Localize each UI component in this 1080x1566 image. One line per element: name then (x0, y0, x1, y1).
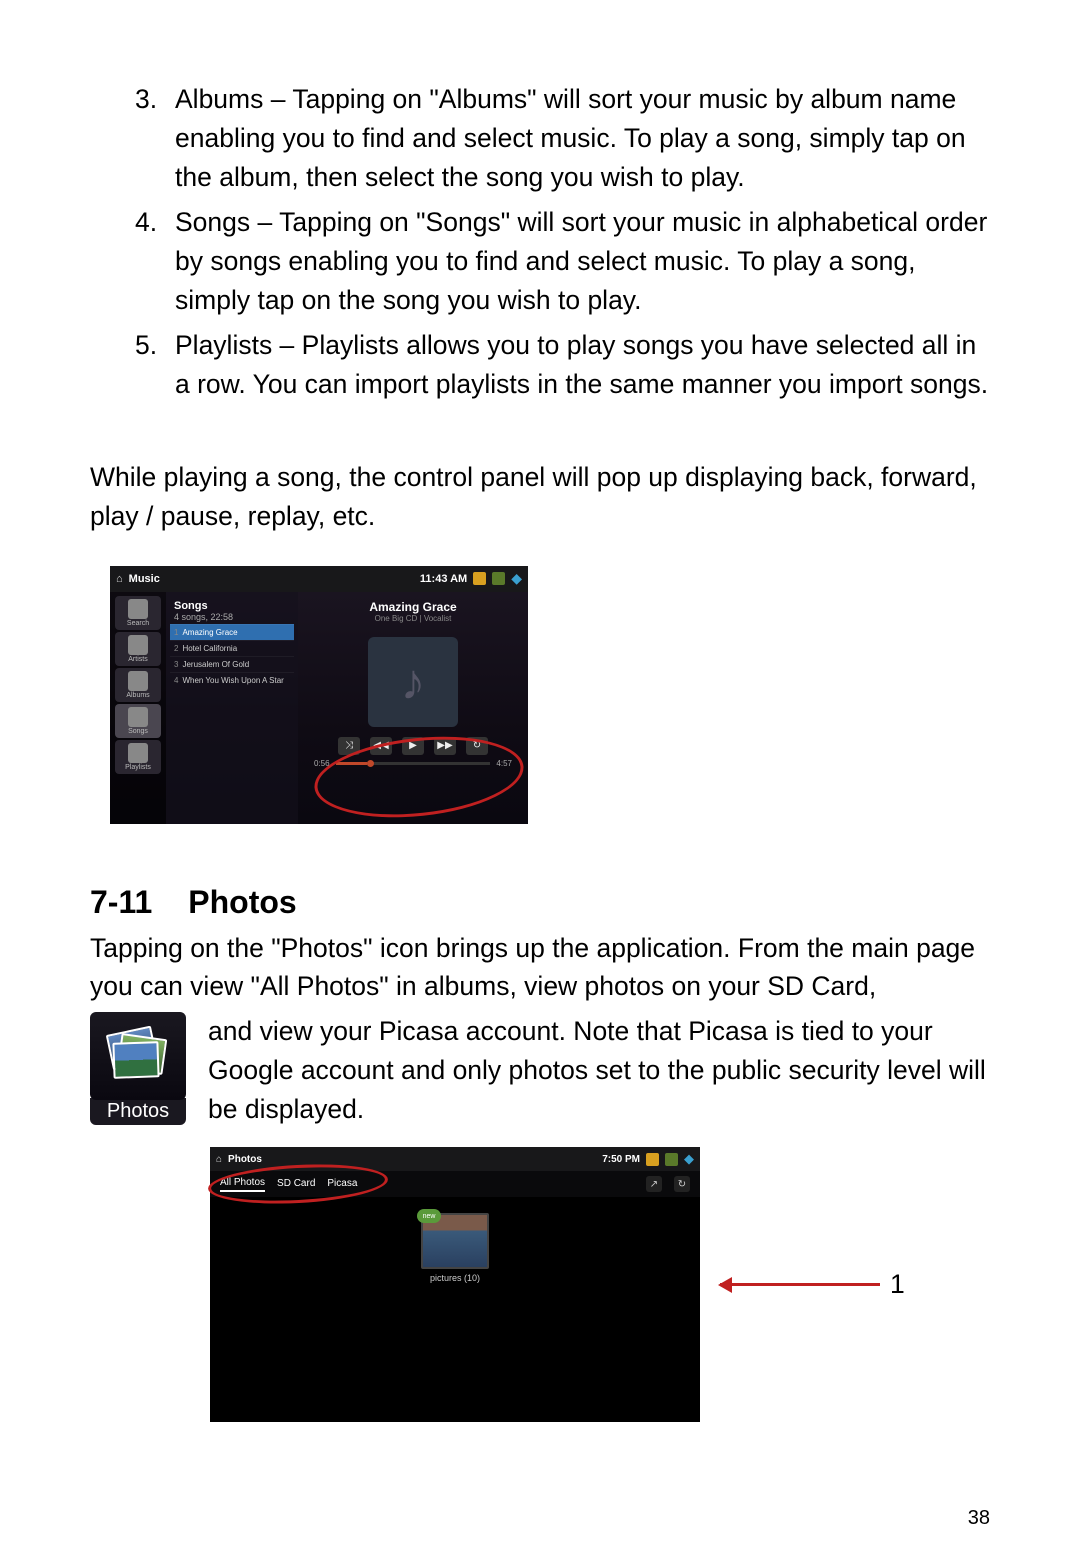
app-title: Photos (228, 1154, 262, 1165)
sidebar-item-search[interactable]: Search (115, 596, 161, 630)
refresh-icon[interactable]: ↻ (674, 1176, 690, 1192)
new-badge: new (417, 1209, 441, 1223)
status-icon (646, 1153, 659, 1166)
status-icon (473, 572, 486, 585)
list-item: 4. Songs – Tapping on "Songs" will sort … (135, 203, 990, 320)
album-thumbnail[interactable]: new pictures (10) (418, 1213, 492, 1283)
home-icon: ⌂ (116, 573, 123, 585)
song-row[interactable]: 3Jerusalem Of Gold (170, 656, 294, 672)
music-app-screenshot: ⌂ Music 11:43 AM ◆ Search Artists Albums… (110, 566, 528, 824)
section-heading: 7-11 Photos (90, 884, 990, 921)
photos-intro-text: Tapping on the "Photos" icon brings up t… (90, 929, 990, 1007)
battery-icon (492, 572, 505, 585)
music-song-list: Songs4 songs, 22:58 1Amazing Grace 2Hote… (166, 592, 298, 824)
list-text: Songs – Tapping on "Songs" will sort you… (175, 203, 990, 320)
photos-icon-label: Photos (90, 1098, 186, 1125)
photos-app-screenshot: ⌂ Photos 7:50 PM ◆ All Photos SD Card Pi… (210, 1147, 700, 1422)
section-title: Photos (188, 884, 296, 920)
song-row[interactable]: 4When You Wish Upon A Star (170, 672, 294, 688)
sidebar-item-artists[interactable]: Artists (115, 632, 161, 666)
list-number: 3. (135, 80, 175, 197)
battery-icon (665, 1153, 678, 1166)
sidebar-item-songs[interactable]: Songs (115, 704, 161, 738)
app-title: Music (129, 573, 160, 585)
section-number: 7-11 (90, 884, 152, 920)
music-sidebar: Search Artists Albums Songs Playlists (110, 592, 166, 824)
album-label: pictures (10) (418, 1273, 492, 1283)
ordered-list: 3. Albums – Tapping on "Albums" will sor… (135, 80, 990, 404)
wifi-icon: ◆ (684, 1151, 694, 1167)
arrow-icon (720, 1283, 880, 1286)
callout-leader: 1 (720, 1269, 905, 1300)
sidebar-item-playlists[interactable]: Playlists (115, 740, 161, 774)
list-text: Albums – Tapping on "Albums" will sort y… (175, 80, 990, 197)
clock: 7:50 PM (602, 1154, 640, 1165)
now-playing-title: Amazing Grace (369, 600, 456, 614)
wifi-icon: ◆ (511, 570, 522, 587)
paragraph-control-panel: While playing a song, the control panel … (90, 458, 990, 536)
callout-number: 1 (890, 1269, 905, 1300)
sidebar-item-albums[interactable]: Albums (115, 668, 161, 702)
photos-icon-image (90, 1012, 186, 1100)
page-number: 38 (968, 1507, 990, 1530)
list-item: 3. Albums – Tapping on "Albums" will sor… (135, 80, 990, 197)
song-row[interactable]: 2Hotel California (170, 640, 294, 656)
home-icon: ⌂ (216, 1154, 222, 1165)
share-icon[interactable]: ↗ (646, 1176, 662, 1192)
status-bar: ⌂ Music 11:43 AM ◆ (110, 566, 528, 592)
photos-continuation-text: and view your Picasa account. Note that … (208, 1012, 990, 1129)
list-item: 5. Playlists – Playlists allows you to p… (135, 326, 990, 404)
clock: 11:43 AM (420, 573, 467, 585)
song-row[interactable]: 1Amazing Grace (170, 624, 294, 640)
list-number: 5. (135, 326, 175, 404)
list-number: 4. (135, 203, 175, 320)
now-playing-subtitle: One Big CD | Vocalist (375, 614, 452, 623)
album-art-icon (368, 637, 458, 727)
list-text: Playlists – Playlists allows you to play… (175, 326, 990, 404)
photos-app-icon: Photos (90, 1012, 186, 1125)
